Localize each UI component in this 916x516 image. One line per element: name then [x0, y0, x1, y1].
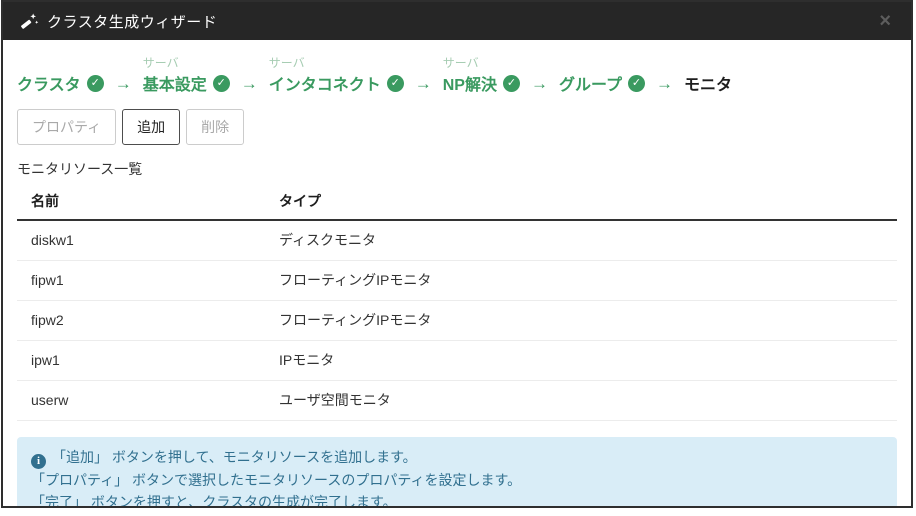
info-icon: i: [31, 453, 46, 469]
cell-type: IPモニタ: [265, 340, 897, 381]
info-line: 「プロパティ」 ボタンで選択したモニタリソースのプロパティを設定します。: [31, 471, 522, 488]
check-circle-icon: ✓: [628, 74, 645, 92]
column-header-name: 名前: [17, 183, 265, 221]
check-circle-icon: ✓: [212, 74, 230, 92]
step-label: 基本設定: [142, 77, 207, 94]
check-circle-icon: ✓: [86, 74, 104, 92]
step-label: グループ: [558, 77, 622, 94]
monitor-resource-list-caption: モニタリソース一覧: [17, 161, 143, 177]
step-arrow-icon: →: [656, 74, 673, 93]
table-row[interactable]: diskw1 ディスクモニタ: [17, 220, 897, 261]
step-sublabel: [559, 54, 645, 71]
table-row[interactable]: userw ユーザ空間モニタ: [17, 380, 897, 421]
step-cluster: クラスタ ✓: [17, 54, 104, 95]
titlebar: クラスタ生成ウィザード ×: [3, 2, 911, 40]
monitor-resource-table: 名前 タイプ diskw1 ディスクモニタ fipw1 フローティングIPモニタ…: [17, 183, 897, 421]
cell-name: fipw1: [17, 260, 265, 301]
column-header-type: タイプ: [265, 183, 897, 221]
check-circle-icon: ✓: [502, 74, 520, 92]
cell-name: diskw1: [17, 220, 265, 261]
step-basic-settings: サーバ 基本設定 ✓: [143, 54, 230, 95]
toolbar: プロパティ 追加 削除: [17, 109, 897, 145]
info-line: 「完了」 ボタンを押すと、クラスタの生成が完了します。: [31, 493, 397, 508]
table-row[interactable]: ipw1 IPモニタ: [17, 340, 897, 381]
step-label: クラスタ: [17, 77, 81, 94]
step-sublabel: サーバ: [142, 56, 179, 70]
wizard-steps: クラスタ ✓ → サーバ 基本設定 ✓ → サーバ インタコネクト ✓ → サー…: [17, 54, 897, 95]
step-arrow-icon: →: [114, 74, 132, 93]
cluster-wizard-dialog: クラスタ生成ウィザード × クラスタ ✓ → サーバ 基本設定 ✓ → サーバ …: [1, 0, 913, 508]
step-arrow-icon: →: [240, 74, 258, 93]
cell-type: ディスクモニタ: [265, 220, 897, 261]
delete-button[interactable]: 削除: [186, 109, 245, 145]
cell-name: ipw1: [17, 340, 265, 381]
step-sublabel: サーバ: [442, 56, 479, 70]
info-message-box: i 「追加」 ボタンを押して、モニタリソースを追加します。 「プロパティ」 ボタン…: [17, 437, 897, 508]
step-monitor: モニタ: [684, 54, 732, 95]
dialog-content: クラスタ ✓ → サーバ 基本設定 ✓ → サーバ インタコネクト ✓ → サー…: [3, 40, 911, 508]
step-arrow-icon: →: [414, 74, 432, 93]
step-label: インタコネクト: [268, 77, 381, 94]
close-icon[interactable]: ×: [875, 9, 895, 33]
add-button[interactable]: 追加: [122, 109, 181, 145]
properties-button[interactable]: プロパティ: [17, 109, 117, 145]
step-np-resolution: サーバ NP解決 ✓: [443, 54, 520, 95]
step-sublabel: サーバ: [268, 56, 305, 70]
step-arrow-icon: →: [530, 74, 548, 93]
check-circle-icon: ✓: [386, 74, 404, 92]
step-sublabel: [17, 54, 104, 71]
table-header-row: 名前 タイプ: [17, 183, 897, 221]
step-group: グループ ✓: [559, 54, 645, 95]
step-sublabel: [684, 54, 732, 71]
wizard-wand-icon: [21, 13, 39, 29]
step-interconnect: サーバ インタコネクト ✓: [269, 54, 404, 95]
table-row[interactable]: fipw2 フローティングIPモニタ: [17, 300, 897, 341]
step-label: モニタ: [684, 77, 733, 94]
cell-name: fipw2: [17, 300, 265, 341]
dialog-title: クラスタ生成ウィザード: [47, 13, 218, 31]
cell-type: フローティングIPモニタ: [265, 260, 897, 301]
info-line: i 「追加」 ボタンを押して、モニタリソースを追加します。: [31, 446, 883, 469]
cell-name: userw: [17, 380, 265, 421]
cell-type: フローティングIPモニタ: [265, 300, 897, 341]
table-row[interactable]: fipw1 フローティングIPモニタ: [17, 260, 897, 301]
step-label: NP解決: [442, 77, 497, 94]
cell-type: ユーザ空間モニタ: [265, 380, 897, 421]
